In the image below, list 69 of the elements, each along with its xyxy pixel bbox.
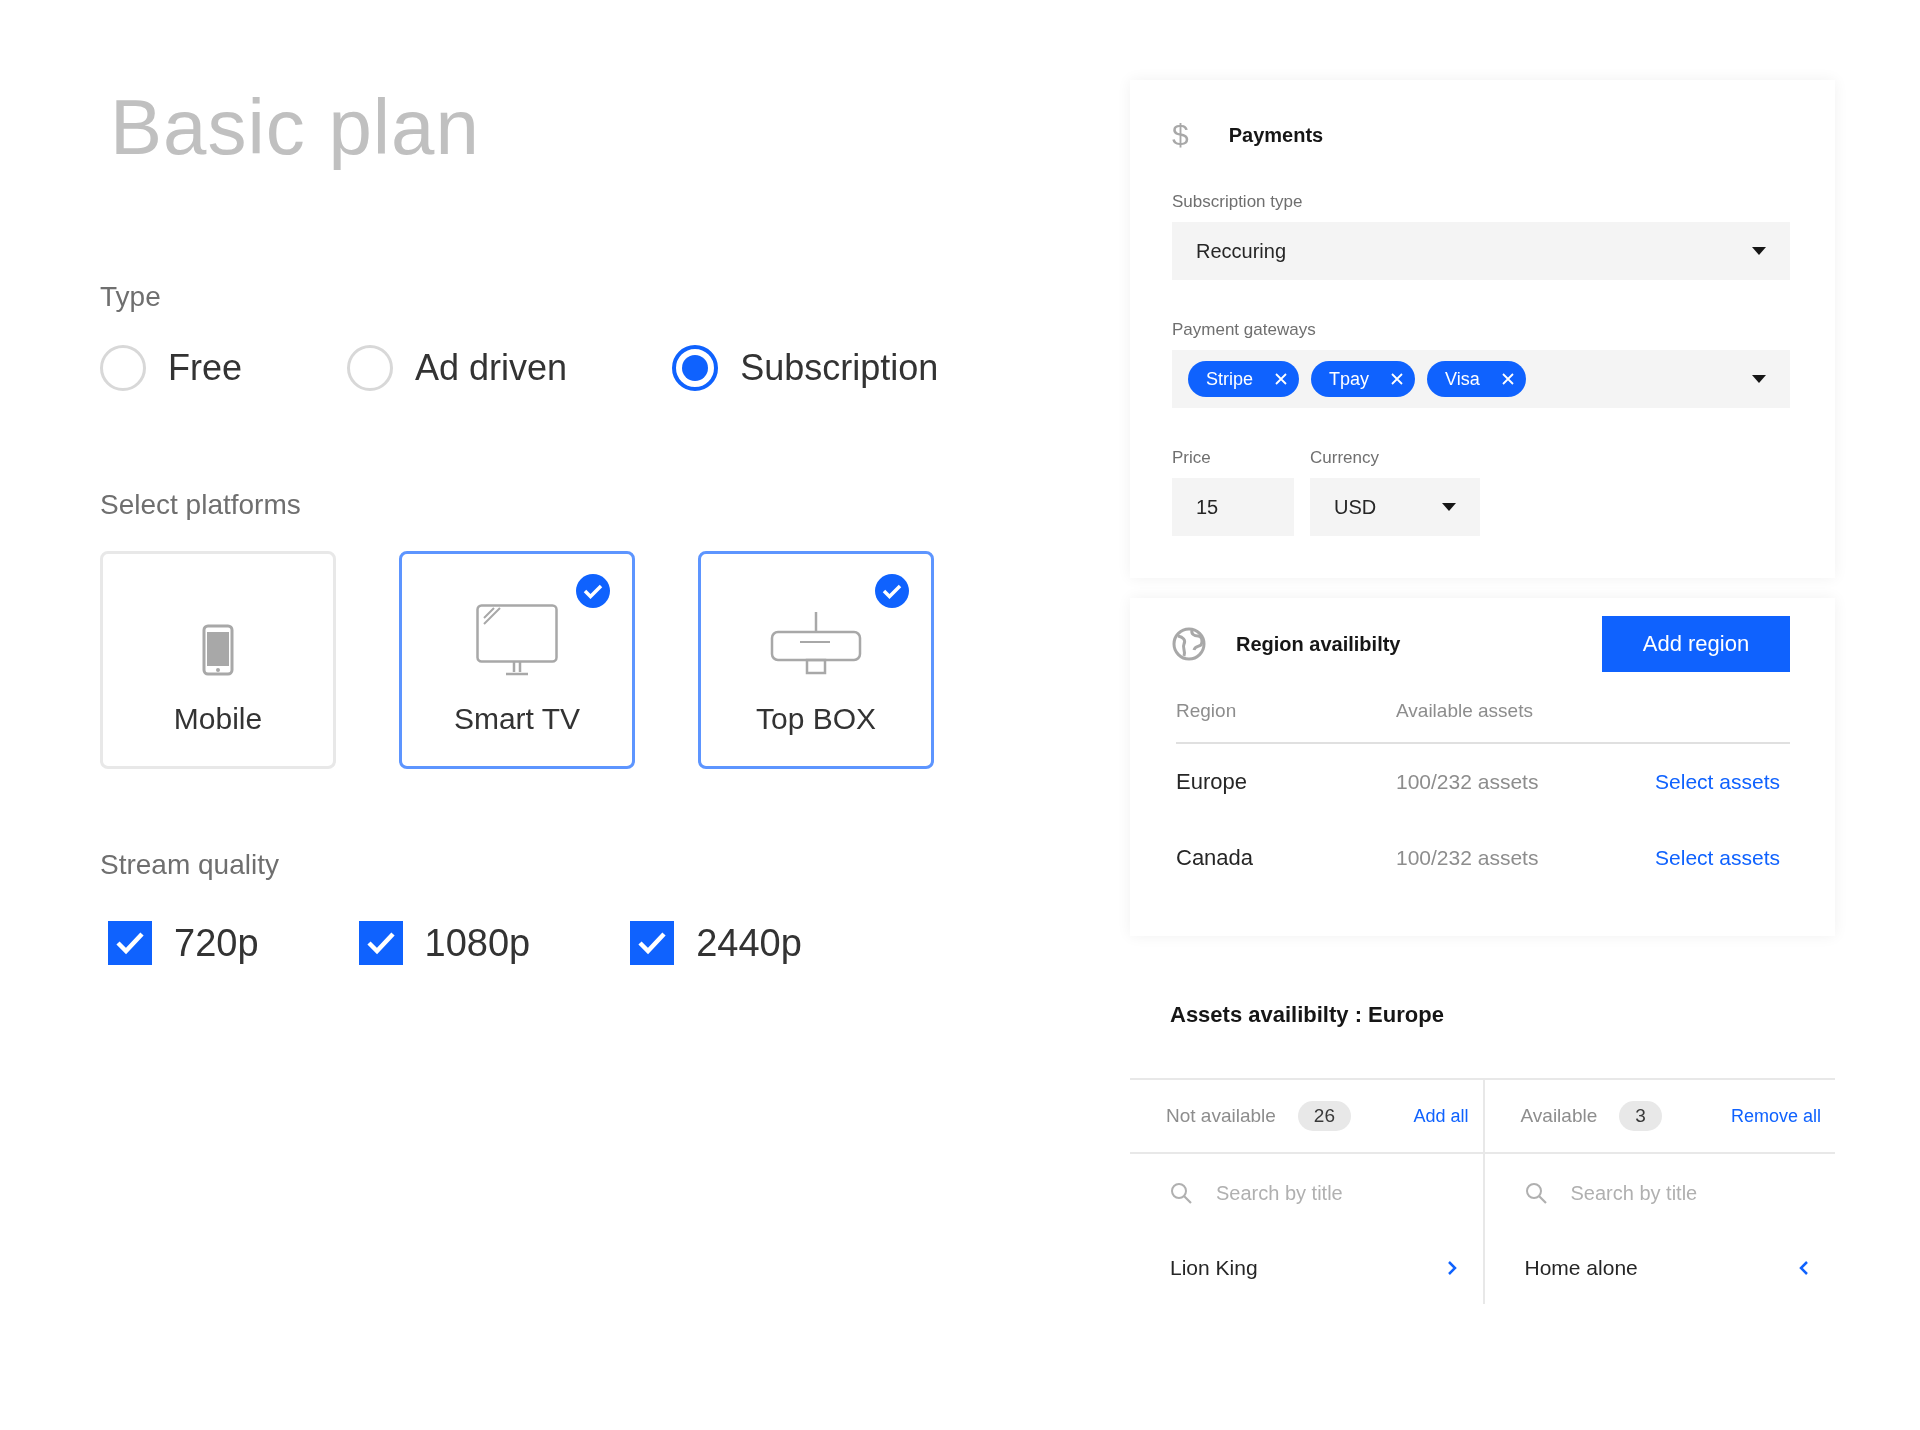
table-cell-text: Europe — [1176, 769, 1248, 795]
panel-title: Payments — [1228, 123, 1324, 147]
add-region-button[interactable]: Add region — [1602, 616, 1790, 672]
caret-icon — [1752, 375, 1766, 383]
caret-icon — [1442, 503, 1456, 511]
search-icon — [1524, 1182, 1547, 1204]
select-assets-link[interactable]: Select assets — [1646, 770, 1790, 794]
checkmark-icon — [637, 931, 668, 955]
count-badge: 3 — [1619, 1101, 1662, 1131]
platform-card[interactable]: Smart TV — [399, 551, 635, 769]
column-header: Available assets — [1396, 700, 1534, 722]
chevron-left-icon[interactable] — [1799, 1260, 1809, 1276]
table-cell-text: Canada — [1176, 845, 1255, 871]
set-top-box-icon — [770, 610, 862, 676]
search-field[interactable]: Search by title — [1214, 1180, 1443, 1206]
radio-option[interactable]: Ad driven — [347, 345, 568, 391]
checkmark-icon — [365, 931, 396, 955]
field-label: Subscription type — [1172, 192, 1304, 212]
checkbox-option[interactable]: 1080p — [358, 921, 531, 965]
dollar-icon: $ — [1172, 118, 1189, 152]
check-badge-icon — [576, 574, 610, 608]
list-label: Not available — [1166, 1105, 1276, 1127]
asset-list-item[interactable]: Lion King — [1130, 1232, 1483, 1304]
panel-title: Assets availibilty : Europe — [1169, 1001, 1445, 1029]
checkmark-icon — [115, 931, 145, 955]
close-icon[interactable] — [1501, 373, 1514, 385]
check-badge-icon — [875, 574, 909, 608]
field-label: Price — [1172, 448, 1212, 468]
gateway-tag[interactable]: Stripe — [1188, 361, 1300, 397]
phone-icon — [202, 624, 234, 676]
search-icon — [1170, 1182, 1192, 1204]
globe-icon — [1172, 627, 1206, 661]
price-field[interactable]: 15 — [1172, 478, 1294, 536]
checkbox-option[interactable]: 2440p — [630, 921, 802, 965]
caret-icon — [1752, 247, 1766, 255]
section-label: Stream quality — [100, 849, 280, 881]
platform-card[interactable]: Mobile — [100, 551, 336, 769]
section-label: Select platforms — [100, 489, 302, 521]
platform-label: Smart TV — [453, 702, 581, 736]
gateway-tag[interactable]: Tpay — [1311, 361, 1416, 397]
field-label: Currency — [1310, 448, 1380, 468]
count-badge: 26 — [1297, 1101, 1351, 1131]
list-action-link[interactable]: Add all — [1413, 1105, 1469, 1127]
tv-icon — [476, 604, 558, 676]
radio-option[interactable]: Subscription — [672, 345, 939, 391]
platform-label: Mobile — [173, 702, 263, 736]
gateway-tag[interactable]: Visa — [1427, 361, 1526, 397]
close-icon[interactable] — [1391, 373, 1404, 385]
gateways-multiselect[interactable]: Stripe Tpay Visa — [1172, 350, 1790, 408]
table-cell-text: 100/232 assets — [1396, 770, 1540, 794]
platform-label: Top BOX — [755, 702, 877, 736]
column-header: Region — [1176, 700, 1238, 722]
radio-option[interactable]: Free — [100, 345, 243, 391]
panel-title: Region availibilty — [1236, 632, 1401, 656]
checkbox-option[interactable]: 720p — [108, 921, 259, 965]
asset-list-item[interactable]: Home alone — [1484, 1232, 1835, 1304]
list-label: Available — [1520, 1105, 1598, 1127]
platform-card[interactable]: Top BOX — [698, 551, 934, 769]
list-action-link[interactable]: Remove all — [1730, 1105, 1821, 1127]
field-label: Payment gateways — [1172, 320, 1317, 340]
section-label: Type — [100, 281, 162, 313]
currency-dropdown[interactable]: USD — [1310, 478, 1480, 536]
table-cell-text: 100/232 assets — [1396, 846, 1540, 870]
select-assets-link[interactable]: Select assets — [1646, 846, 1790, 870]
page-title: Basic plan — [110, 82, 481, 173]
subscription-type-dropdown[interactable]: Reccuring — [1172, 222, 1790, 280]
close-icon[interactable] — [1275, 373, 1288, 385]
chevron-right-icon[interactable] — [1446, 1260, 1457, 1276]
search-field[interactable]: Search by title — [1568, 1180, 1795, 1206]
